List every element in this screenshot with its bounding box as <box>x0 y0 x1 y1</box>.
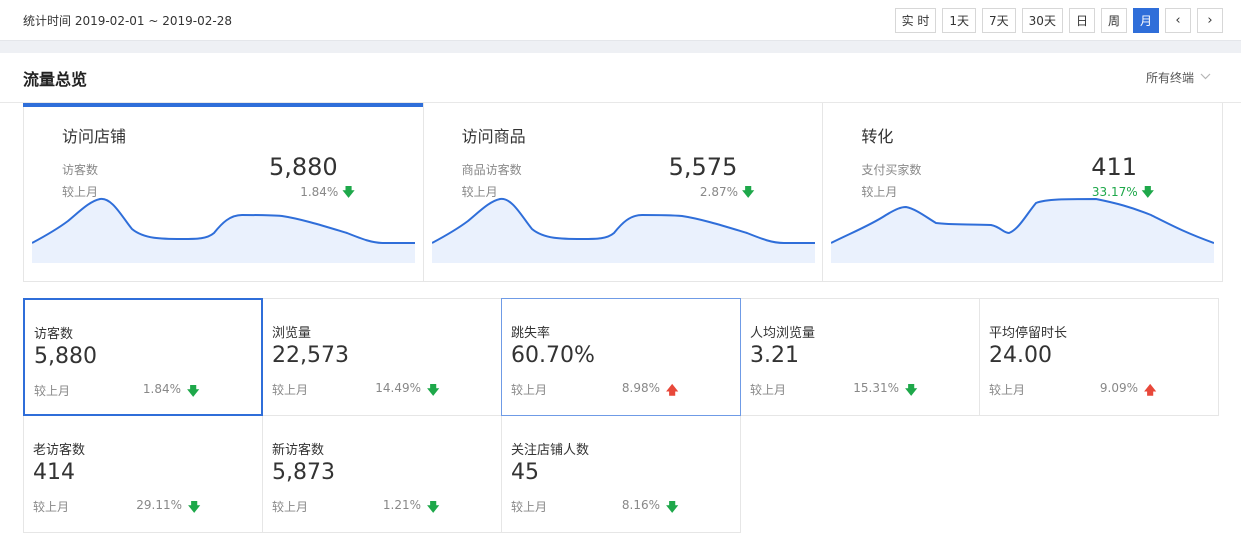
sparkline-chart <box>32 197 415 263</box>
metric-value: 5,880 <box>34 344 97 369</box>
terminal-label: 所有终端 <box>1145 71 1194 85</box>
metric-change-value: 8.98% <box>621 381 660 395</box>
metric-card-returning-visitors[interactable]: 老访客数 414 较上月 29.11% 🡇 <box>23 415 263 533</box>
range-button-1day[interactable]: 1天 <box>942 7 977 33</box>
metric-label: 关注店铺人数 <box>511 443 590 458</box>
metric-card-avg-pageviews[interactable]: 人均浏览量 3.21 较上月 15.31% 🡇 <box>740 298 980 416</box>
metric-compare-label: 较上月 <box>272 500 309 514</box>
arrow-down-icon: 🡇 <box>427 383 440 397</box>
metric-label: 新访客数 <box>272 443 325 458</box>
metric-label: 浏览量 <box>272 326 312 341</box>
metrics-row: 访客数 5,880 较上月 1.84% 🡇 浏览量 22,573 较上月 14.4… <box>23 298 1223 416</box>
metric-change: 15.31% 🡇 <box>853 381 917 397</box>
period-label: 统计时间 2019-02-01 ~ 2019-02-28 <box>23 13 232 28</box>
range-button-day[interactable]: 日 <box>1068 7 1095 33</box>
metric-compare-label: 较上月 <box>33 500 70 514</box>
range-button-realtime[interactable]: 实 时 <box>894 7 937 33</box>
metric-value: 22,573 <box>272 343 349 368</box>
metric-card-avg-stay[interactable]: 平均停留时长 24.00 较上月 9.09% 🡅 <box>979 298 1219 416</box>
metric-card-store-followers[interactable]: 关注店铺人数 45 较上月 8.16% 🡇 <box>501 415 741 533</box>
metric-change: 29.11% 🡇 <box>136 498 200 514</box>
overview-card-conversion[interactable]: 转化 支付买家数 411 较上月 33.17% 🡇 <box>823 103 1222 281</box>
metric-label: 人均浏览量 <box>750 326 816 341</box>
arrow-down-icon: 🡇 <box>187 384 200 398</box>
metric-label: 老访客数 <box>33 443 86 458</box>
overview-value: 5,880 <box>268 153 338 181</box>
metric-change-value: 1.21% <box>382 498 421 512</box>
sparkline-area <box>32 198 415 263</box>
overview-value: 5,575 <box>668 153 738 181</box>
overview-card-title: 访问商品 <box>461 127 526 146</box>
sparkline-area <box>831 199 1215 263</box>
metric-card-visitors[interactable]: 访客数 5,880 较上月 1.84% 🡇 <box>23 298 263 416</box>
prev-period-button[interactable]: ‹ <box>1165 7 1191 33</box>
metric-compare-label: 较上月 <box>989 383 1026 397</box>
overview-cards: 访问店铺 访客数 5,880 较上月 1.84% 🡇 访问商品 商品访客数 5,5… <box>23 103 1223 282</box>
arrow-down-icon: 🡇 <box>188 500 201 514</box>
overview-metric-label: 商品访客数 <box>461 163 522 177</box>
traffic-overview-header: 流量总览 所有终端 <box>0 53 1241 103</box>
sparkline-chart <box>431 197 815 263</box>
metric-value: 45 <box>511 460 539 485</box>
range-button-week[interactable]: 周 <box>1100 7 1127 33</box>
metric-change-value: 8.16% <box>621 498 660 512</box>
sparkline-area <box>431 198 815 263</box>
metric-change-value: 15.31% <box>853 381 899 395</box>
metric-change: 8.98% 🡅 <box>621 381 678 397</box>
section-separator <box>0 40 1241 53</box>
metric-value: 5,873 <box>272 460 335 485</box>
metric-change-value: 29.11% <box>136 498 182 512</box>
metric-value: 3.21 <box>750 343 799 368</box>
time-range-selector: 实 时 1天 7天 30天 日 周 月 ‹ › <box>894 7 1223 33</box>
arrow-down-icon: 🡇 <box>905 383 918 397</box>
arrow-up-icon: 🡅 <box>1144 383 1157 397</box>
metric-change: 1.21% 🡇 <box>382 498 439 514</box>
overview-value: 411 <box>1091 153 1138 181</box>
chevron-right-icon: › <box>1207 12 1213 28</box>
range-button-7day[interactable]: 7天 <box>982 7 1016 33</box>
metrics-grid: 访客数 5,880 较上月 1.84% 🡇 浏览量 22,573 较上月 14.4… <box>23 298 1223 533</box>
metric-label: 平均停留时长 <box>989 326 1068 341</box>
metric-change-value: 9.09% <box>1099 381 1138 395</box>
metric-compare-label: 较上月 <box>511 383 548 397</box>
overview-metric-label: 访客数 <box>62 163 99 177</box>
metrics-row: 老访客数 414 较上月 29.11% 🡇 新访客数 5,873 较上月 1.21… <box>23 415 1223 533</box>
overview-card-title: 转化 <box>861 127 894 146</box>
arrow-down-icon: 🡇 <box>666 500 679 514</box>
chevron-down-icon <box>1200 72 1211 83</box>
metric-change: 9.09% 🡅 <box>1099 381 1156 397</box>
metric-change-value: 14.49% <box>375 381 421 395</box>
arrow-up-icon: 🡅 <box>666 383 679 397</box>
metric-compare-label: 较上月 <box>750 383 787 397</box>
overview-card-title: 访问店铺 <box>62 127 127 146</box>
metric-card-bounce-rate[interactable]: 跳失率 60.70% 较上月 8.98% 🡅 <box>501 298 741 416</box>
terminal-dropdown[interactable]: 所有终端 <box>1146 69 1211 86</box>
next-period-button[interactable]: › <box>1197 7 1223 33</box>
metric-value: 60.70% <box>511 343 595 368</box>
metric-change-value: 1.84% <box>142 382 181 396</box>
sparkline-chart <box>831 197 1215 263</box>
overview-card-store[interactable]: 访问店铺 访客数 5,880 较上月 1.84% 🡇 <box>23 103 424 281</box>
metric-value: 24.00 <box>989 343 1052 368</box>
metric-label: 访客数 <box>34 327 74 342</box>
metric-compare-label: 较上月 <box>511 500 548 514</box>
overview-metric-label: 支付买家数 <box>861 163 922 177</box>
metric-change: 1.84% 🡇 <box>142 382 199 398</box>
metric-compare-label: 较上月 <box>34 384 71 398</box>
metric-change: 8.16% 🡇 <box>621 498 678 514</box>
metric-label: 跳失率 <box>511 326 551 341</box>
range-button-30day[interactable]: 30天 <box>1021 7 1063 33</box>
metric-value: 414 <box>33 460 75 485</box>
metric-card-pageviews[interactable]: 浏览量 22,573 较上月 14.49% 🡇 <box>262 298 502 416</box>
overview-card-product[interactable]: 访问商品 商品访客数 5,575 较上月 2.87% 🡇 <box>424 103 824 281</box>
metric-card-new-visitors[interactable]: 新访客数 5,873 较上月 1.21% 🡇 <box>262 415 502 533</box>
section-title: 流量总览 <box>23 69 88 89</box>
chevron-left-icon: ‹ <box>1175 12 1181 28</box>
metric-compare-label: 较上月 <box>272 383 309 397</box>
top-toolbar: 统计时间 2019-02-01 ~ 2019-02-28 实 时 1天 7天 3… <box>0 0 1241 40</box>
range-button-month[interactable]: 月 <box>1132 7 1159 33</box>
metric-change: 14.49% 🡇 <box>375 381 439 397</box>
arrow-down-icon: 🡇 <box>427 500 440 514</box>
